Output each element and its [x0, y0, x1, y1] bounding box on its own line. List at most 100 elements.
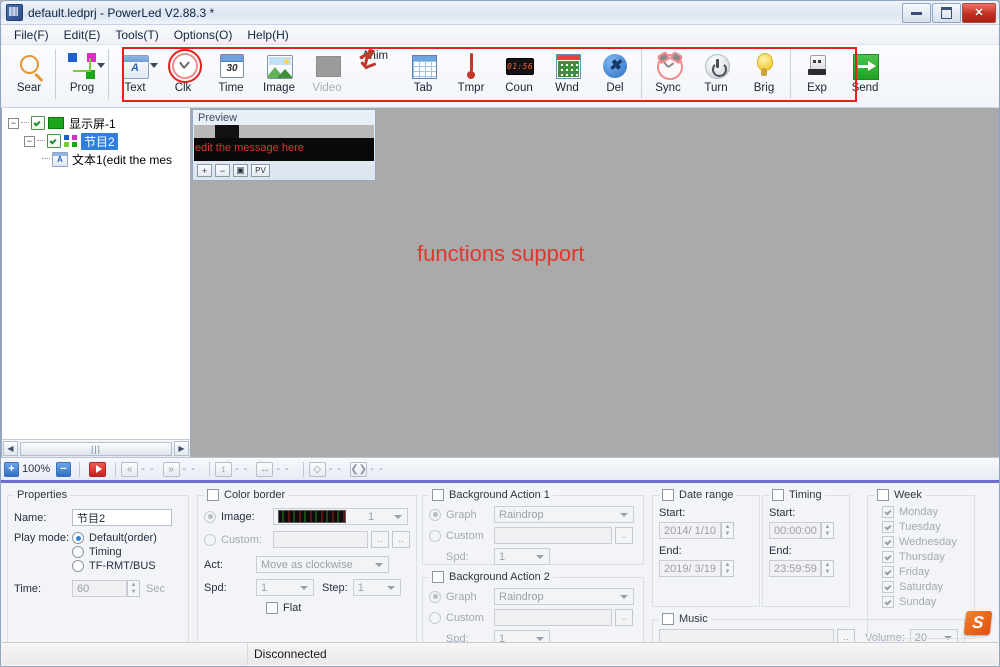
toolbar-button-image[interactable]: Image	[255, 45, 303, 103]
menu-tools[interactable]: Tools(T)	[108, 26, 165, 44]
toolbar-button-sync[interactable]: Sync	[644, 45, 692, 103]
zoom-in-button[interactable]: +	[4, 461, 19, 477]
menu-file[interactable]: File(F)	[7, 26, 56, 44]
tree-node-text[interactable]: 文本1(edit the mes	[2, 150, 190, 168]
edit-canvas[interactable]: Preview edit the message here + − ▣ PV f…	[191, 108, 999, 457]
toolbar-button-anim[interactable]: Anim	[351, 45, 399, 103]
bg1-spd-select[interactable]: 1	[494, 548, 550, 565]
maximize-button[interactable]	[932, 3, 961, 23]
date-end-input[interactable]: 2019/ 3/19	[659, 560, 721, 577]
play-button[interactable]	[89, 461, 107, 477]
next-button[interactable]: »	[162, 461, 180, 477]
toolbar-button-exp[interactable]: Exp	[793, 45, 841, 103]
bg2-custom-input[interactable]	[494, 609, 612, 626]
timing-end-input[interactable]: 23:59:59	[769, 560, 821, 577]
step-select[interactable]: 1	[352, 579, 401, 596]
bg2-graph-radio[interactable]	[429, 590, 441, 603]
tree-checkbox[interactable]	[47, 134, 61, 148]
play-mode-default-radio[interactable]	[72, 532, 84, 544]
background-action-1-checkbox[interactable]	[432, 489, 444, 501]
toolbar-button-text[interactable]: Text	[111, 45, 159, 103]
tree-node-program[interactable]: − 节目2	[2, 132, 190, 150]
name-input[interactable]: 节目2	[72, 509, 172, 526]
collapse-icon[interactable]: −	[24, 135, 35, 147]
toolbar-button-coun[interactable]: 01:56 Coun	[495, 45, 543, 103]
timing-start-input[interactable]: 00:00:00	[769, 522, 821, 539]
bg2-browse-button[interactable]: ..	[615, 609, 633, 626]
bg2-custom-radio[interactable]	[429, 611, 441, 624]
timing-checkbox[interactable]	[772, 489, 784, 501]
prev-button[interactable]: «	[121, 461, 139, 477]
toolbar-button-brig[interactable]: Brig	[740, 45, 788, 103]
week-saturday-checkbox[interactable]	[882, 581, 894, 593]
scroll-right-icon[interactable]: ▶	[174, 441, 189, 456]
tree-checkbox[interactable]	[31, 116, 45, 130]
preview-screen[interactable]: edit the message here	[194, 125, 374, 161]
toolbar-button-tmpr[interactable]: Tmpr	[447, 45, 495, 103]
color-border-browse-1-button[interactable]: ..	[371, 531, 389, 548]
toolbar-button-del[interactable]: Del	[591, 45, 639, 103]
toolbar-button-time[interactable]: Time	[207, 45, 255, 103]
minimize-button[interactable]	[902, 3, 931, 23]
scroll-thumb[interactable]: |||	[20, 441, 172, 456]
close-button[interactable]: ✕	[962, 3, 996, 23]
tree-node-screen[interactable]: − 显示屏-1	[2, 114, 190, 132]
bg2-graph-select[interactable]: Raindrop	[494, 588, 634, 605]
music-checkbox[interactable]	[662, 613, 674, 625]
bg1-custom-input[interactable]	[494, 527, 612, 544]
bg1-custom-radio[interactable]	[429, 529, 441, 542]
scroll-left-icon[interactable]: ◀	[3, 441, 18, 456]
background-action-2-checkbox[interactable]	[432, 571, 444, 583]
toolbar-button-prog[interactable]: Prog	[58, 45, 106, 103]
menu-edit[interactable]: Edit(E)	[57, 26, 108, 44]
bg1-graph-select[interactable]: Raindrop	[494, 506, 634, 523]
date-start-input[interactable]: 2014/ 1/10	[659, 522, 721, 539]
spd-select[interactable]: 1	[256, 579, 314, 596]
horizontal-size-icon[interactable]: ↔	[256, 461, 274, 477]
menu-help[interactable]: Help(H)	[240, 26, 295, 44]
week-thursday-checkbox[interactable]	[882, 551, 894, 563]
color-border-browse-2-button[interactable]: ..	[392, 531, 410, 548]
week-checkbox[interactable]	[877, 489, 889, 501]
timing-start-stepper[interactable]: ▲ ▼	[821, 522, 834, 539]
time-stepper[interactable]: ▲ ▼	[127, 580, 140, 597]
play-mode-tf-radio[interactable]	[72, 560, 84, 572]
toolbar-button-video[interactable]: Video	[303, 45, 351, 103]
vertical-size-icon[interactable]: ↕	[214, 461, 232, 477]
toolbar-button-clk[interactable]: Clk	[159, 45, 207, 103]
toolbar-button-wnd[interactable]: Wnd	[543, 45, 591, 103]
week-monday-checkbox[interactable]	[882, 506, 894, 518]
week-friday-checkbox[interactable]	[882, 566, 894, 578]
flat-checkbox[interactable]	[266, 602, 278, 614]
color-border-image-radio[interactable]	[204, 510, 216, 523]
toolbar-button-turn[interactable]: Turn	[692, 45, 740, 103]
play-mode-timing-radio[interactable]	[72, 546, 84, 558]
timing-end-stepper[interactable]: ▲ ▼	[821, 560, 834, 577]
collapse-icon[interactable]: −	[8, 117, 19, 129]
bg1-browse-button[interactable]: ..	[615, 527, 633, 544]
date-start-stepper[interactable]: ▲ ▼	[721, 522, 734, 539]
week-sunday-checkbox[interactable]	[882, 596, 894, 608]
week-wednesday-checkbox[interactable]	[882, 536, 894, 548]
diamond-icon[interactable]: ◇	[308, 461, 326, 477]
color-border-custom-input[interactable]	[273, 531, 368, 548]
toolbar-button-send[interactable]: Send	[841, 45, 889, 103]
toolbar-button-tab[interactable]: Tab	[399, 45, 447, 103]
color-border-image-select[interactable]: 1	[273, 508, 408, 525]
date-range-checkbox[interactable]	[662, 489, 674, 501]
week-tuesday-checkbox[interactable]	[882, 521, 894, 533]
zoom-out-button[interactable]: −	[56, 461, 72, 477]
zoom-in-button[interactable]: +	[197, 164, 212, 177]
chevron-down-icon[interactable]	[150, 63, 158, 68]
menu-options[interactable]: Options(O)	[167, 26, 240, 44]
color-border-custom-radio[interactable]	[204, 533, 216, 546]
tree-horizontal-scrollbar[interactable]: ◀ ||| ▶	[2, 439, 190, 457]
act-select[interactable]: Move as clockwise	[256, 556, 389, 573]
toolbar-button-sear[interactable]: Sear	[5, 45, 53, 103]
pv-button[interactable]: PV	[251, 164, 270, 177]
date-end-stepper[interactable]: ▲ ▼	[721, 560, 734, 577]
chevron-down-icon[interactable]	[97, 63, 105, 68]
time-input[interactable]: 60	[72, 580, 127, 597]
fit-button[interactable]: ▣	[233, 164, 248, 177]
bg1-graph-radio[interactable]	[429, 508, 441, 521]
